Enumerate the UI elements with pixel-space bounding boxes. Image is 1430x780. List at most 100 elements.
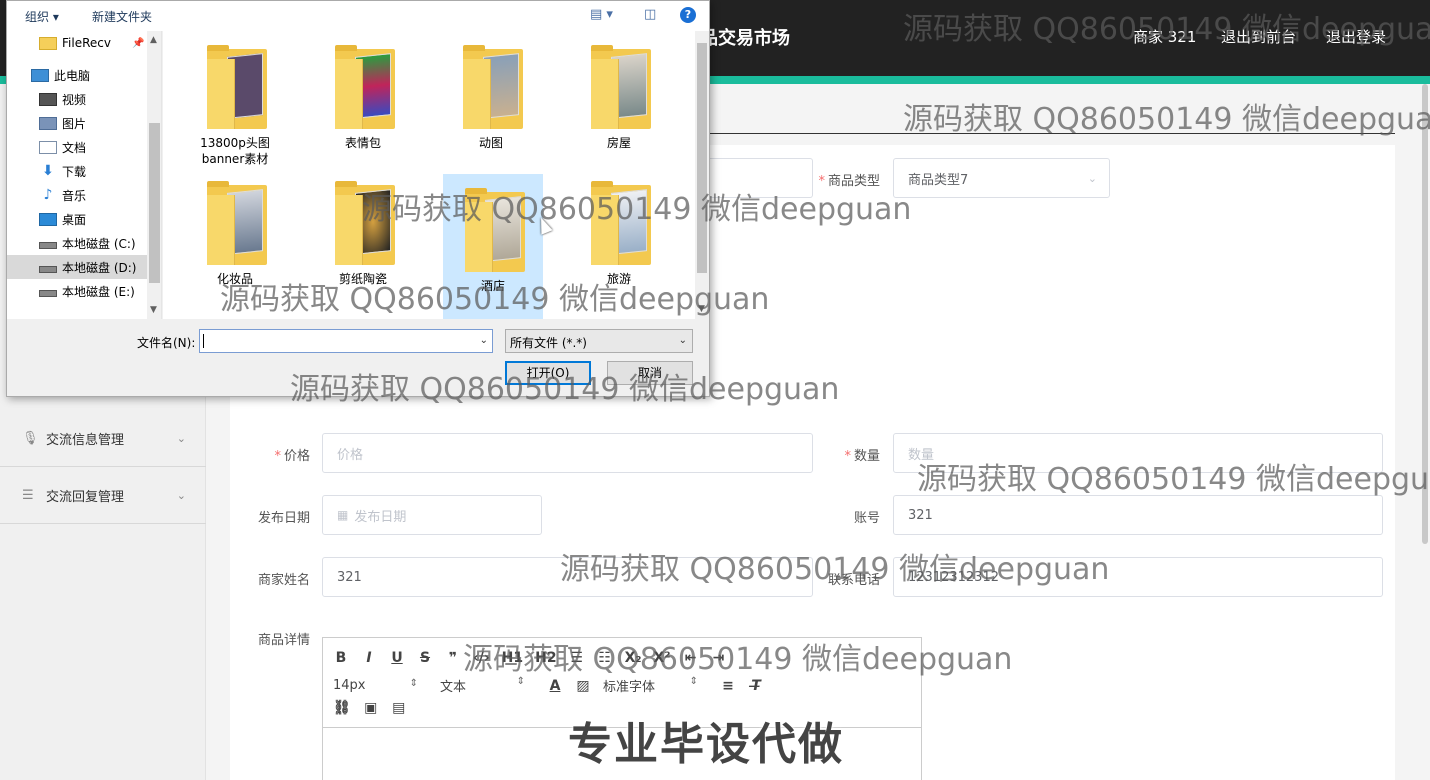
folder-icon [591,181,651,265]
h1-button[interactable]: H1 [502,650,523,666]
folder-tile[interactable]: 旅游 [569,167,669,297]
new-folder-button[interactable]: 新建文件夹 [92,8,152,25]
cancel-button[interactable]: 取消 [607,361,693,385]
view-mode-icon[interactable]: ▤ ▾ [590,7,613,22]
scrollbar-thumb[interactable] [1422,84,1428,544]
page-scrollbar[interactable] [1420,84,1430,780]
nav-item-drive-c[interactable]: 本地磁盘 (C:) [7,231,147,255]
outdent-button[interactable]: ⇤ [682,650,698,666]
scrollbar-thumb[interactable] [149,123,160,283]
files-pane: 13800p头图banner素材 表情包 动图 房屋 化妆品 剪纸陶瓷 酒店 旅… [163,31,709,319]
scroll-up-icon: ▲ [150,35,157,45]
sidebar-item-messages[interactable]: 🎙 交流信息管理 ⌄ [0,410,206,467]
folder-icon [335,181,395,265]
ordered-list-button[interactable]: ☰ [569,650,585,666]
strike-button[interactable]: S [417,650,433,666]
editor-toolbar-row3: ⛓ ▣ ▤ [333,700,407,716]
nav-scrollbar[interactable]: ▲ ▼ [147,31,161,319]
blockquote-button[interactable]: ❞ [445,650,461,666]
merchant-user-label[interactable]: 商家 321 [1133,26,1196,47]
font-color-icon[interactable]: A [547,678,563,694]
picture-icon [39,116,57,130]
sidebar-item-replies[interactable]: ☰ 交流回复管理 ⌄ [0,467,206,524]
superscript-button[interactable]: X² [654,650,671,666]
chevron-down-icon: ⌄ [678,335,687,346]
filename-input[interactable]: ⌄ [199,329,493,353]
help-icon[interactable]: ? [680,7,696,23]
scrollbar-thumb[interactable] [697,43,707,273]
nav-item-pictures[interactable]: 图片 [7,111,147,135]
folder-tile[interactable]: 表情包 [313,31,413,161]
file-type-select[interactable]: 所有文件 (*.*) ⌄ [505,329,693,353]
merchant-name-input[interactable]: 321 [322,557,813,597]
nav-item-drive-e[interactable]: 本地磁盘 (E:) [7,279,147,303]
align-icon[interactable]: ≡ [720,678,736,694]
folder-tile[interactable]: 13800p头图banner素材 [185,31,285,166]
underline-button[interactable]: U [389,650,405,666]
folder-tile[interactable]: 化妆品 [185,167,285,297]
nav-item-downloads[interactable]: ⬇ 下载 [7,159,147,183]
back-to-front-link[interactable]: 退出到前台 [1221,26,1296,47]
download-icon: ⬇ [42,162,54,179]
phone-input[interactable]: 12312312312 [893,557,1383,597]
nav-item-desktop[interactable]: 桌面 [7,207,147,231]
price-input[interactable]: 价格 [322,433,813,473]
folder-icon [207,45,267,129]
background-color-icon[interactable]: ▨ [575,678,591,694]
code-button[interactable]: ‹/› [473,650,490,666]
files-scrollbar[interactable]: ▼ [695,31,709,319]
chevron-down-icon[interactable]: ⌄ [480,335,488,346]
image-icon[interactable]: ▣ [363,700,379,716]
sidebar-item-label: 交流信息管理 [46,432,125,448]
quantity-input[interactable]: 数量 [893,433,1383,473]
subscript-button[interactable]: X₂ [625,650,642,666]
bold-button[interactable]: B [333,650,349,666]
chevron-down-icon: ⌄ [1087,171,1097,185]
updown-icon: ⇕ [516,676,525,687]
folder-tile[interactable]: 动图 [441,31,541,161]
partial-input[interactable] [700,158,813,198]
account-input[interactable]: 321 [893,495,1383,535]
bullet-list-button[interactable]: ☷ [597,650,613,666]
editor-toolbar-row2: 14px ⇕ 文本 ⇕ A ▨ 标准字体 ⇕ ≡ T̶ [333,676,764,695]
drive-icon [39,289,57,297]
scroll-down-icon: ▼ [698,304,705,314]
nav-item-videos[interactable]: 视频 [7,87,147,111]
editor-toolbar-row1: B I U S ❞ ‹/› H1 H2 ☰ ☷ X₂ X² ⇤ ⇥ [333,650,726,666]
italic-button[interactable]: I [361,650,377,666]
indent-button[interactable]: ⇥ [710,650,726,666]
clear-format-icon[interactable]: T̶ [748,678,764,694]
document-icon [39,140,57,154]
organize-button[interactable]: 组织 ▾ [25,8,59,25]
nav-item-filerecv[interactable]: FileRecv 📌 [7,31,147,55]
preview-pane-icon[interactable]: ◫ [644,7,656,22]
publish-date-picker[interactable]: ▦ 发布日期 [322,495,542,535]
folder-tile[interactable]: 剪纸陶瓷 [313,167,413,297]
font-size-select[interactable]: 14px ⇕ [333,678,418,693]
video-icon [39,92,57,106]
product-type-label: * 商品类型 [818,174,880,189]
chevron-down-icon: ⌄ [176,431,186,445]
phone-label: 联系电话 [827,573,880,588]
video-icon[interactable]: ▤ [391,700,407,716]
h2-button[interactable]: H2 [535,650,556,666]
nav-item-this-pc[interactable]: 此电脑 [7,63,147,87]
folder-tile[interactable]: 房屋 [569,31,669,161]
product-type-select[interactable]: 商品类型7 ⌄ [893,158,1110,198]
drive-icon [39,265,57,273]
link-icon[interactable]: ⛓ [333,700,351,716]
nav-item-documents[interactable]: 文档 [7,135,147,159]
font-family-select[interactable]: 标准字体 ⇕ [603,676,698,695]
computer-icon [31,68,49,82]
folder-tile-selected[interactable]: 酒店 [443,174,543,319]
sidebar-item-label: 交流回复管理 [46,489,125,505]
microphone-icon: 🎙 [22,430,39,446]
nav-item-music[interactable]: ♪ 音乐 [7,183,147,207]
text-caret [203,334,204,348]
open-button[interactable]: 打开(O) [505,361,591,385]
nav-item-drive-d[interactable]: 本地磁盘 (D:) [7,255,147,279]
logout-link[interactable]: 退出登录 [1326,26,1386,47]
updown-icon: ⇕ [689,676,698,687]
updown-icon: ⇕ [409,678,418,689]
block-type-select[interactable]: 文本 ⇕ [440,676,525,695]
